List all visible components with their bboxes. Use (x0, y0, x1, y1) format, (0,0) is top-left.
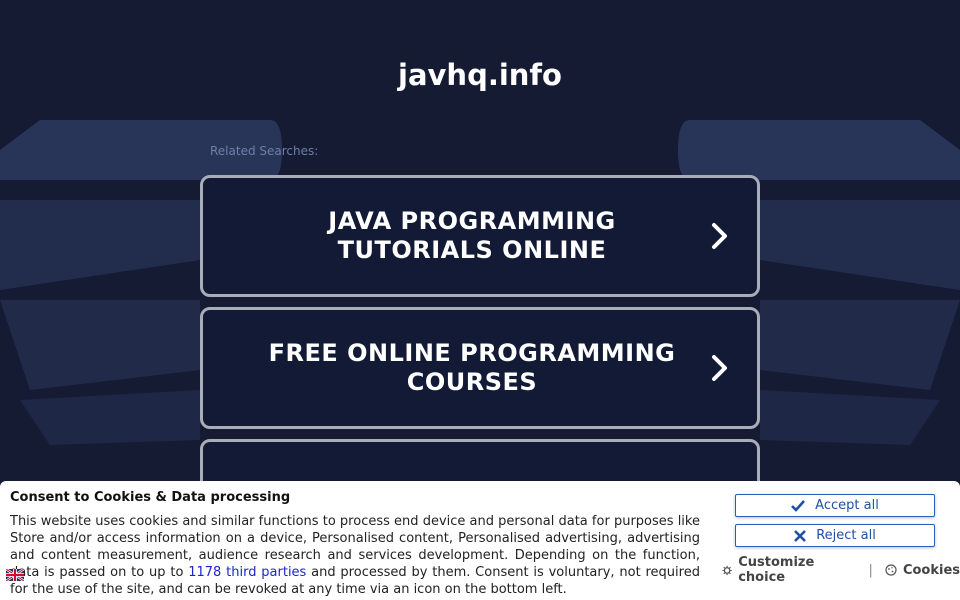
chevron-right-icon (712, 223, 727, 249)
reject-all-label: Reject all (816, 528, 876, 543)
search-link-label: JAVA PROGRAMMING TUTORIALS ONLINE (328, 207, 616, 264)
cookies-link[interactable]: Cookies (885, 563, 960, 578)
domain-title: javhq.info (398, 58, 562, 92)
cookie-consent-banner: Consent to Cookies & Data processing Thi… (0, 481, 960, 600)
customize-choice-label: Customize choice (738, 555, 815, 585)
link-separator: | (868, 562, 873, 578)
cookie-icon (885, 564, 897, 576)
cookies-label: Cookies (902, 562, 960, 578)
check-icon (791, 499, 806, 512)
x-icon (794, 529, 807, 542)
reject-all-button[interactable]: Reject all (735, 524, 935, 547)
search-link-label: FREE ONLINE PROGRAMMING COURSES (268, 339, 676, 396)
gear-icon (722, 565, 732, 575)
search-link-free-courses[interactable]: FREE ONLINE PROGRAMMING COURSES (200, 307, 760, 429)
accept-all-button[interactable]: Accept all (735, 494, 935, 517)
consent-text: This website uses cookies and similar fu… (10, 513, 700, 598)
consent-links-row: Customize choice | Cookies (722, 555, 960, 585)
related-searches-label: Related Searches: (210, 144, 319, 158)
chevron-right-icon (712, 355, 727, 381)
third-parties-link[interactable]: 1178 third parties (188, 565, 306, 580)
flag-uk-icon[interactable] (6, 569, 24, 581)
customize-choice-link[interactable]: Customize choice (722, 555, 857, 585)
search-link-java-tutorials[interactable]: JAVA PROGRAMMING TUTORIALS ONLINE (200, 175, 760, 297)
accept-all-label: Accept all (815, 498, 879, 513)
consent-title: Consent to Cookies & Data processing (10, 490, 291, 505)
